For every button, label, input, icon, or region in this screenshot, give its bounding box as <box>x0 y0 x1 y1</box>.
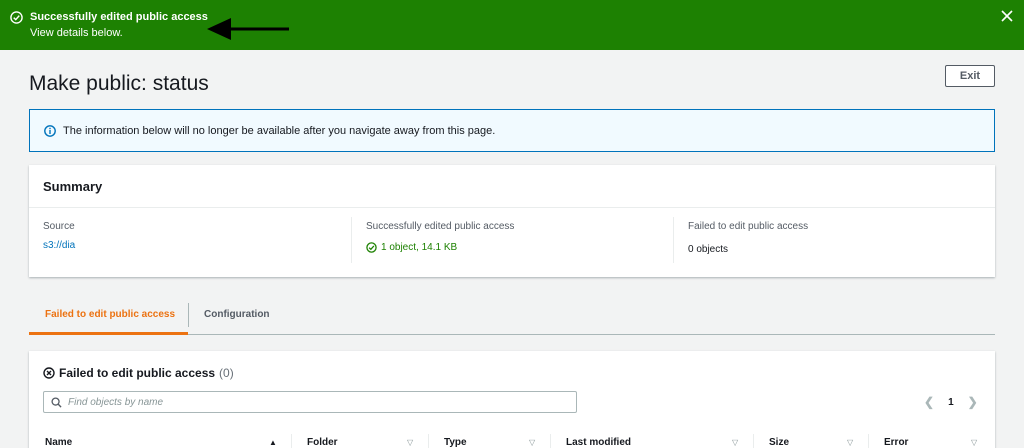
exit-button[interactable]: Exit <box>945 65 995 87</box>
summary-source: Source s3://dia <box>43 221 75 251</box>
page-title: Make public: status <box>29 72 209 95</box>
summary-failed: Failed to edit public access 0 objects <box>688 221 808 255</box>
column-divider <box>753 434 754 448</box>
success-label: Successfully edited public access <box>366 221 515 232</box>
check-circle-icon <box>10 11 23 24</box>
panel-count: (0) <box>219 366 234 380</box>
close-icon[interactable] <box>1001 10 1013 22</box>
column-header-last-modified[interactable]: Last modified <box>566 437 631 448</box>
column-header-size[interactable]: Size <box>769 437 789 448</box>
flash-subtitle: View details below. <box>30 27 123 39</box>
column-divider <box>291 434 292 448</box>
sort-icon[interactable]: ▽ <box>971 438 977 447</box>
info-alert: The information below will no longer be … <box>29 109 995 152</box>
page-number[interactable]: 1 <box>948 397 954 408</box>
check-circle-icon <box>366 242 377 253</box>
summary-header: Summary <box>29 165 995 208</box>
success-value: 1 object, 14.1 KB <box>366 242 514 253</box>
search-icon <box>51 397 62 408</box>
tab-failed[interactable]: Failed to edit public access <box>29 297 188 335</box>
tab-configuration[interactable]: Configuration <box>204 297 270 335</box>
summary-success: Successfully edited public access 1 obje… <box>366 221 514 253</box>
failed-value: 0 objects <box>688 244 729 255</box>
pagination: ❮ 1 ❯ <box>924 395 978 409</box>
sort-icon[interactable]: ▽ <box>407 438 413 447</box>
summary-panel: Summary Source s3://dia Successfully edi… <box>29 165 995 277</box>
panel-title: Failed to edit public access (0) <box>43 366 234 380</box>
chevron-left-icon[interactable]: ❮ <box>924 395 934 409</box>
column-divider <box>868 434 869 448</box>
summary-divider <box>673 217 674 263</box>
source-link[interactable]: s3://dia <box>43 240 75 251</box>
column-divider <box>550 434 551 448</box>
summary-divider <box>351 217 352 263</box>
source-label: Source <box>43 221 75 232</box>
chevron-right-icon[interactable]: ❯ <box>968 395 978 409</box>
panel-title-text: Failed to edit public access <box>59 366 216 380</box>
annotation-arrow-flash <box>207 18 289 40</box>
table-header: Name ▲ Folder ▽ Type ▽ Last modified ▽ S… <box>29 432 995 448</box>
tab-bar: Failed to edit public access Configurati… <box>29 297 995 335</box>
failed-label: Failed to edit public access <box>688 221 809 232</box>
sort-icon[interactable]: ▽ <box>847 438 853 447</box>
success-value-text: 1 object, 14.1 KB <box>381 242 458 253</box>
summary-title: Summary <box>43 179 103 194</box>
info-icon <box>44 125 56 137</box>
column-divider <box>428 434 429 448</box>
column-header-type[interactable]: Type <box>444 437 467 448</box>
failed-objects-panel: Failed to edit public access (0) ❮ 1 ❯ N… <box>29 351 995 448</box>
column-header-name[interactable]: Name <box>45 437 72 448</box>
success-flash-banner: Successfully edited public access View d… <box>0 0 1024 50</box>
flash-title: Successfully edited public access <box>30 11 208 23</box>
sort-icon[interactable]: ▽ <box>529 438 535 447</box>
column-header-folder[interactable]: Folder <box>307 437 338 448</box>
search-box <box>43 391 577 413</box>
info-text: The information below will no longer be … <box>63 125 496 137</box>
column-header-error[interactable]: Error <box>884 437 908 448</box>
sort-ascending-icon[interactable]: ▲ <box>269 438 277 447</box>
search-input[interactable] <box>68 394 568 410</box>
tab-divider <box>188 303 189 327</box>
x-circle-icon <box>43 367 55 379</box>
sort-icon[interactable]: ▽ <box>732 438 738 447</box>
